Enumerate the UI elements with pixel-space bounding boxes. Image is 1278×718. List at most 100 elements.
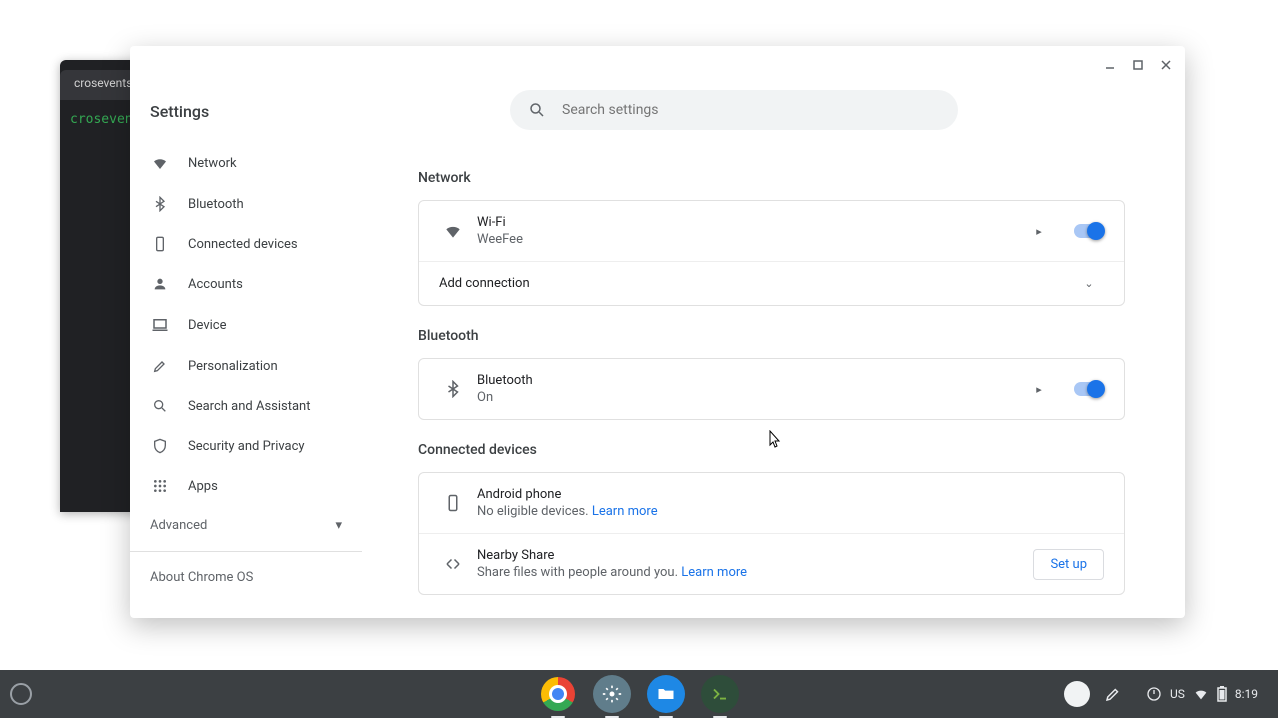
sidebar-item-connected-devices[interactable]: Connected devices [130, 224, 362, 264]
brush-icon [150, 358, 170, 374]
network-card: Wi-Fi WeeFee ▸ Add connection ⌄ [418, 200, 1125, 306]
sidebar-item-security[interactable]: Security and Privacy [130, 426, 362, 466]
close-button[interactable] [1157, 56, 1175, 74]
wifi-row[interactable]: Wi-Fi WeeFee ▸ [419, 201, 1124, 262]
battery-icon [1217, 686, 1227, 702]
bluetooth-icon [150, 196, 170, 212]
bluetooth-text: Bluetooth On [477, 373, 1024, 405]
sidebar-advanced[interactable]: Advanced ▾ [130, 506, 362, 545]
sidebar-item-search-assistant[interactable]: Search and Assistant [130, 386, 362, 426]
person-icon [150, 276, 170, 292]
sidebar-item-label: Personalization [188, 359, 278, 374]
wifi-icon [1193, 686, 1209, 702]
sidebar-item-label: Security and Privacy [188, 439, 305, 454]
bluetooth-label: Bluetooth [477, 373, 1024, 388]
terminal-app[interactable] [701, 675, 739, 713]
settings-app[interactable] [593, 675, 631, 713]
nearby-share-icon [439, 555, 467, 573]
sidebar-item-label: Apps [188, 479, 218, 494]
setup-button[interactable]: Set up [1033, 549, 1104, 580]
android-label: Android phone [477, 487, 1104, 502]
shelf-apps [539, 675, 739, 713]
chevron-right-icon: ▸ [1024, 383, 1054, 396]
stylus-icon[interactable] [1104, 685, 1122, 703]
minimize-button[interactable] [1101, 56, 1119, 74]
android-text: Android phone No eligible devices. Learn… [477, 487, 1104, 519]
terminal-tab-label: crosevents [74, 76, 132, 90]
learn-more-link[interactable]: Learn more [592, 504, 658, 519]
sidebar-item-label: Accounts [188, 277, 243, 292]
connected-devices-card: Android phone No eligible devices. Learn… [418, 472, 1125, 595]
android-sub: No eligible devices. Learn more [477, 504, 1104, 519]
sidebar-item-label: Connected devices [188, 237, 298, 252]
settings-window: Settings Network Bluetooth Connected dev… [130, 46, 1185, 618]
wifi-text: Wi-Fi WeeFee [477, 215, 1024, 247]
learn-more-link[interactable]: Learn more [681, 565, 747, 580]
page-title: Settings [150, 102, 209, 121]
sidebar-about[interactable]: About Chrome OS [130, 558, 362, 597]
phone-icon [439, 494, 467, 512]
wifi-toggle[interactable] [1074, 224, 1104, 238]
chrome-app[interactable] [539, 675, 577, 713]
search-icon [528, 101, 546, 119]
nearby-share-row[interactable]: Nearby Share Share files with people aro… [419, 534, 1124, 594]
chevron-down-icon: ▾ [335, 518, 342, 533]
sidebar-about-label: About Chrome OS [150, 570, 253, 585]
sidebar-item-bluetooth[interactable]: Bluetooth [130, 184, 362, 224]
sidebar-item-network[interactable]: Network [130, 142, 362, 184]
bluetooth-card: Bluetooth On ▸ [418, 358, 1125, 420]
bluetooth-row[interactable]: Bluetooth On ▸ [419, 359, 1124, 419]
sidebar-item-device[interactable]: Device [130, 304, 362, 346]
nearby-label: Nearby Share [477, 548, 1033, 563]
divider [130, 551, 362, 552]
maximize-button[interactable] [1129, 56, 1147, 74]
wifi-label: Wi-Fi [477, 215, 1024, 230]
bluetooth-toggle[interactable] [1074, 382, 1104, 396]
wifi-name: WeeFee [477, 232, 1024, 247]
files-app[interactable] [647, 675, 685, 713]
search-box[interactable] [510, 90, 958, 130]
phone-icon [150, 236, 170, 252]
search-icon [150, 398, 170, 414]
clock: 8:19 [1235, 687, 1258, 701]
android-phone-row[interactable]: Android phone No eligible devices. Learn… [419, 473, 1124, 534]
sidebar-advanced-label: Advanced [150, 518, 207, 533]
content-area: Network Wi-Fi WeeFee ▸ Add connection ⌄ … [400, 156, 1175, 618]
nearby-sub: Share files with people around you. Lear… [477, 565, 1033, 580]
shelf: US 8:19 [0, 670, 1278, 718]
terminal-icon [711, 685, 729, 703]
sidebar-item-accounts[interactable]: Accounts [130, 264, 362, 304]
shield-icon [150, 438, 170, 454]
chevron-down-icon: ⌄ [1074, 277, 1104, 290]
sidebar-item-personalization[interactable]: Personalization [130, 346, 362, 386]
wifi-icon [150, 154, 170, 172]
section-title-network: Network [418, 170, 1125, 186]
add-connection-row[interactable]: Add connection ⌄ [419, 262, 1124, 305]
add-connection-label: Add connection [439, 276, 1074, 291]
apps-icon [150, 478, 170, 494]
shelf-status-area: US 8:19 [1064, 681, 1268, 707]
avatar[interactable] [1064, 681, 1090, 707]
section-title-connected: Connected devices [418, 442, 1125, 458]
section-title-bluetooth: Bluetooth [418, 328, 1125, 344]
bluetooth-icon [439, 380, 467, 398]
status-tray[interactable]: US 8:19 [1136, 682, 1268, 706]
sidebar-item-apps[interactable]: Apps [130, 466, 362, 506]
window-controls [1101, 56, 1175, 74]
gear-icon [602, 684, 622, 704]
sidebar-item-label: Device [188, 318, 227, 333]
sidebar-item-label: Network [188, 156, 237, 171]
chevron-right-icon: ▸ [1024, 225, 1054, 238]
keyboard-lang: US [1170, 687, 1185, 701]
folder-icon [656, 684, 676, 704]
launcher-button[interactable] [10, 683, 32, 705]
bluetooth-status: On [477, 390, 1024, 405]
nearby-text: Nearby Share Share files with people aro… [477, 548, 1033, 580]
sidebar: Network Bluetooth Connected devices Acco… [130, 142, 362, 618]
sidebar-item-label: Search and Assistant [188, 399, 311, 414]
laptop-icon [150, 316, 170, 334]
wifi-icon [439, 221, 467, 241]
power-icon [1146, 686, 1162, 702]
sidebar-item-label: Bluetooth [188, 197, 244, 212]
search-input[interactable] [562, 102, 940, 118]
